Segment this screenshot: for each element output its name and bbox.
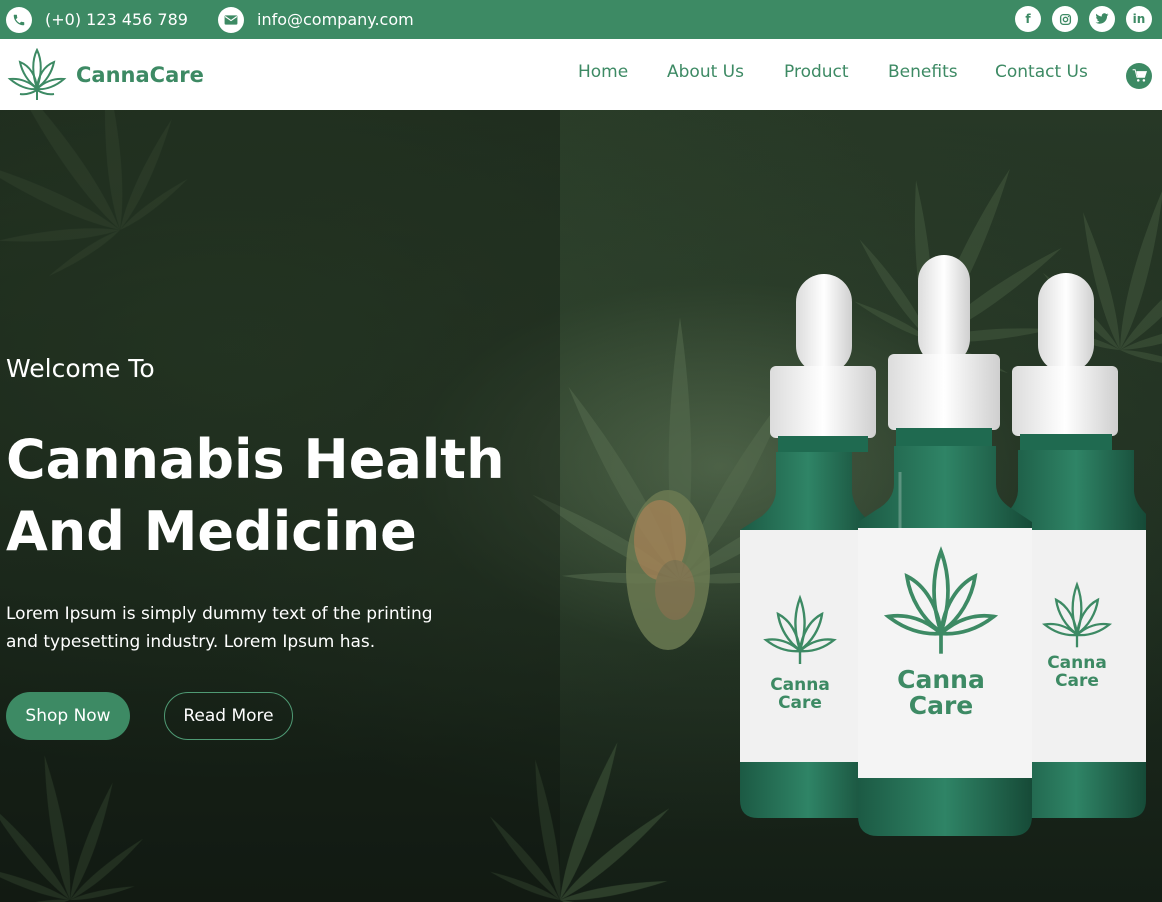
bottle-right-label-line1: Canna <box>1047 653 1107 673</box>
nav-home[interactable]: Home <box>578 62 628 82</box>
facebook-icon[interactable]: f <box>1015 6 1041 32</box>
nav-about-us[interactable]: About Us <box>667 62 744 82</box>
site-logo[interactable]: CannaCare <box>6 48 204 102</box>
bottle-center-label-line1: Canna <box>897 665 985 694</box>
cannabis-leaf-logo-icon <box>7 48 67 100</box>
linkedin-icon[interactable]: in <box>1126 6 1152 32</box>
phone-number: (+0) 123 456 789 <box>45 10 188 29</box>
main-header: CannaCare Home About Us Product Benefits… <box>0 39 1162 110</box>
nav-benefits[interactable]: Benefits <box>888 62 958 82</box>
instagram-icon[interactable] <box>1052 6 1078 32</box>
bottle-center-label-line2: Care <box>909 691 974 720</box>
phone-icon <box>6 6 32 33</box>
bottle-center <box>858 255 1032 836</box>
email-address: info@company.com <box>257 10 414 29</box>
top-bar: (+0) 123 456 789 info@company.com f in <box>0 0 1162 39</box>
envelope-icon <box>218 6 244 33</box>
cart-icon[interactable] <box>1126 63 1152 89</box>
email-contact[interactable]: info@company.com <box>218 0 414 39</box>
bottle-left <box>740 274 876 818</box>
hero-section: Welcome To Cannabis Health And Medicine … <box>0 110 1162 902</box>
bottle-left-label-line1: Canna <box>770 675 830 695</box>
phone-contact[interactable]: (+0) 123 456 789 <box>6 0 188 39</box>
nav-product[interactable]: Product <box>784 62 849 82</box>
bottle-left-label-line2: Care <box>778 693 822 713</box>
bottle-right-label-line2: Care <box>1055 671 1099 691</box>
logo-text: CannaCare <box>76 63 204 87</box>
nav-contact-us[interactable]: Contact Us <box>995 62 1088 82</box>
product-bottles-image: Canna Care Canna Care Canna Care <box>740 255 1146 836</box>
twitter-icon[interactable] <box>1089 6 1115 32</box>
